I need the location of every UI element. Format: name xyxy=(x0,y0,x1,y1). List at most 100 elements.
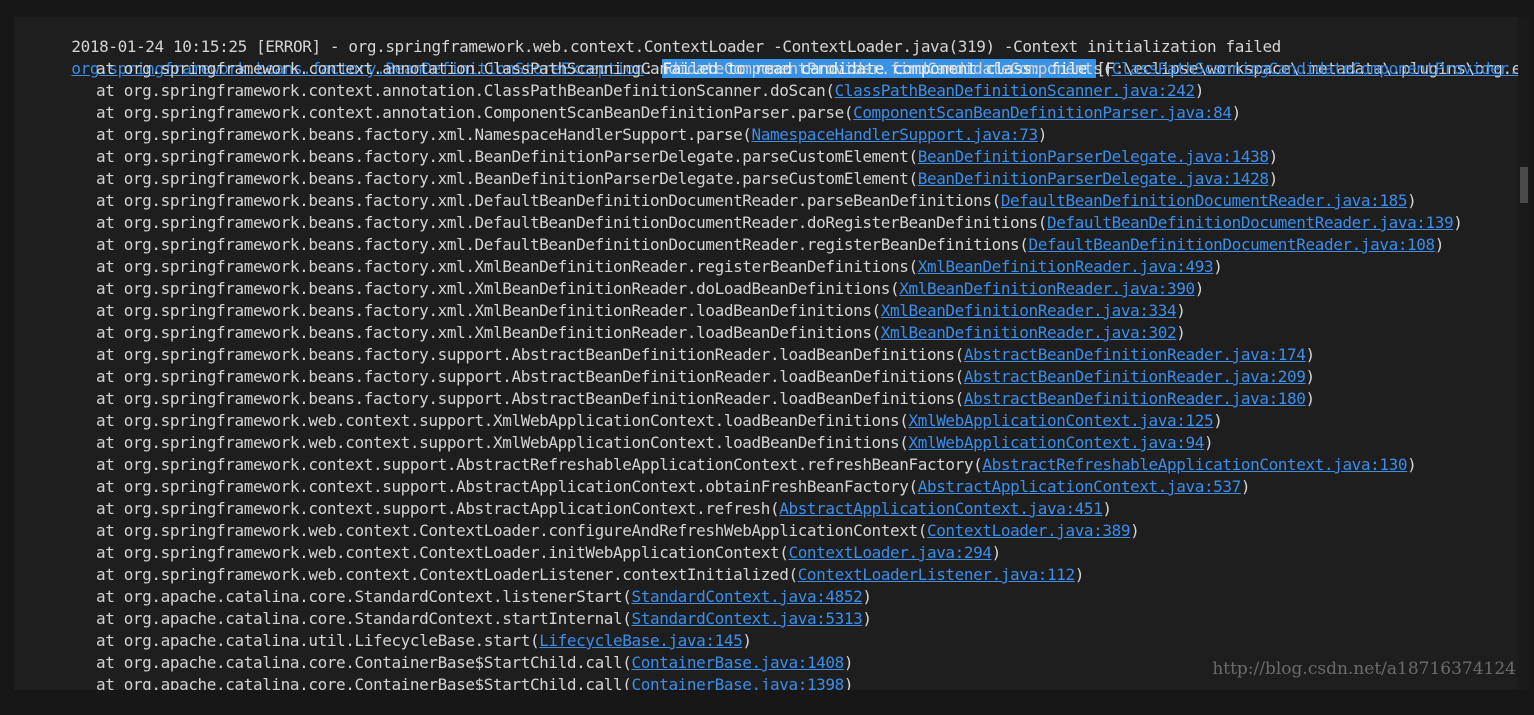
stack-frame-close-paren: ) xyxy=(1407,191,1417,210)
stack-frame-method: at org.springframework.context.annotatio… xyxy=(96,81,835,100)
stack-frame-close-paren: ) xyxy=(1305,345,1316,364)
stack-frame-source-link[interactable]: AbstractBeanDefinitionReader.java:180 xyxy=(964,389,1306,408)
stack-frame-source-link[interactable]: AbstractApplicationContext.java:451 xyxy=(779,499,1103,518)
log-header-line: 2018-01-24 10:15:25 [ERROR] - org.spring… xyxy=(16,17,1518,56)
stack-frame-method: at org.springframework.beans.factory.xml… xyxy=(96,323,881,342)
stack-frame-line: at org.springframework.beans.factory.sup… xyxy=(16,366,1518,388)
stack-frame-close-paren: ) xyxy=(1213,411,1223,430)
stack-frame-line: at org.springframework.web.context.Conte… xyxy=(16,542,1518,564)
stack-frame-line: at org.springframework.beans.factory.xml… xyxy=(16,256,1518,278)
stack-frame-method: at org.springframework.beans.factory.sup… xyxy=(96,367,964,386)
stack-frame-source-link[interactable]: AbstractBeanDefinitionReader.java:174 xyxy=(964,345,1306,364)
stack-frame-source-link[interactable]: XmlBeanDefinitionReader.java:302 xyxy=(881,323,1177,342)
stack-frame-line: at org.springframework.beans.factory.xml… xyxy=(16,278,1518,300)
stack-frame-source-link[interactable]: ComponentScanBeanDefinitionParser.java:8… xyxy=(853,103,1232,122)
watermark-text: http://blog.csdn.net/a18716374124 xyxy=(1212,659,1516,679)
stack-frame-line: at org.springframework.beans.factory.sup… xyxy=(16,344,1518,366)
stack-frame-close-paren: ) xyxy=(1037,125,1048,144)
stack-frame-close-paren: ) xyxy=(1231,103,1242,122)
stack-frame-source-link[interactable]: DefaultBeanDefinitionDocumentReader.java… xyxy=(1001,191,1408,210)
stack-frame-method: at org.springframework.beans.factory.xml… xyxy=(96,125,752,144)
stack-frame-method: at org.springframework.web.context.Conte… xyxy=(96,521,927,540)
stack-frame-source-link[interactable]: ContainerBase.java:1408 xyxy=(632,653,845,672)
stack-trace: at org.springframework.context.annotatio… xyxy=(16,58,1518,690)
stack-frame-method: at org.springframework.web.context.Conte… xyxy=(96,543,789,562)
stack-frame-line: at org.springframework.web.context.Conte… xyxy=(16,520,1518,542)
stack-frame-close-paren: ) xyxy=(1176,301,1186,320)
stack-frame-close-paren: ) xyxy=(1102,499,1112,518)
stack-frame-close-paren: ) xyxy=(1407,455,1417,474)
stack-frame-close-paren: ) xyxy=(1268,147,1279,166)
stack-frame-method: at org.springframework.context.support.A… xyxy=(96,455,983,474)
stack-frame-method: at org.springframework.beans.factory.xml… xyxy=(96,147,918,166)
stack-frame-source-link[interactable]: XmlWebApplicationContext.java:94 xyxy=(909,433,1205,452)
stack-frame-method: at org.springframework.beans.factory.xml… xyxy=(96,301,881,320)
stack-frame-line: at org.apache.catalina.util.LifecycleBas… xyxy=(16,630,1518,652)
stack-frame-line: at org.springframework.beans.factory.xml… xyxy=(16,124,1518,146)
stack-frame-close-paren: ) xyxy=(862,587,872,606)
stack-frame-method: at org.springframework.beans.factory.xml… xyxy=(96,279,900,298)
stack-frame-close-paren: ) xyxy=(843,675,854,690)
stack-frame-line: at org.springframework.beans.factory.xml… xyxy=(16,322,1518,344)
stack-frame-source-link[interactable]: LifecycleBase.java:145 xyxy=(539,631,743,650)
stack-frame-source-link[interactable]: StandardContext.java:5313 xyxy=(632,609,863,628)
stack-frame-line: at org.springframework.context.annotatio… xyxy=(16,80,1518,102)
stack-frame-source-link[interactable]: NamespaceHandlerSupport.java:73 xyxy=(752,125,1039,144)
stack-frame-source-link[interactable]: AbstractBeanDefinitionReader.java:209 xyxy=(964,367,1306,386)
stack-frame-line: at org.springframework.context.annotatio… xyxy=(16,102,1518,124)
stack-frame-close-paren: ) xyxy=(991,543,1002,562)
stack-frame-line: at org.springframework.beans.factory.sup… xyxy=(16,388,1518,410)
stack-frame-method: at org.springframework.web.context.Conte… xyxy=(96,565,798,584)
stack-frame-close-paren: ) xyxy=(862,609,872,628)
stack-frame-close-paren: ) xyxy=(843,653,854,672)
stack-frame-source-link[interactable]: StandardContext.java:4852 xyxy=(632,587,863,606)
stack-frame-method: at org.apache.catalina.util.LifecycleBas… xyxy=(96,631,540,650)
stack-frame-source-link[interactable]: AbstractRefreshableApplicationContext.ja… xyxy=(982,455,1407,474)
console-lines: 2018-01-24 10:15:25 [ERROR] - org.spring… xyxy=(16,17,1518,690)
stack-frame-line: at org.springframework.beans.factory.xml… xyxy=(16,300,1518,322)
stack-frame-close-paren: ) xyxy=(1305,367,1316,386)
stack-frame-source-link[interactable]: XmlBeanDefinitionReader.java:334 xyxy=(881,301,1177,320)
stack-frame-source-link[interactable]: DefaultBeanDefinitionDocumentReader.java… xyxy=(1029,235,1436,254)
stack-frame-close-paren: ) xyxy=(1434,235,1445,254)
stack-frame-method: at org.springframework.context.support.A… xyxy=(96,499,780,518)
stack-frame-method: at org.springframework.beans.factory.sup… xyxy=(96,389,964,408)
stack-frame-method: at org.springframework.context.support.A… xyxy=(96,477,918,496)
vertical-scrollbar[interactable] xyxy=(1518,17,1530,690)
stack-frame-method: at org.springframework.beans.factory.xml… xyxy=(96,169,918,188)
stack-frame-method: at org.apache.catalina.core.ContainerBas… xyxy=(96,675,632,690)
stack-frame-method: at org.springframework.context.annotatio… xyxy=(96,103,854,122)
stack-frame-line: at org.springframework.beans.factory.xml… xyxy=(16,234,1518,256)
stack-frame-line: at org.springframework.beans.factory.xml… xyxy=(16,212,1518,234)
stack-frame-close-paren: ) xyxy=(1268,169,1279,188)
stack-frame-source-link[interactable]: ClassPathBeanDefinitionScanner.java:242 xyxy=(835,81,1195,100)
stack-frame-method: at org.springframework.beans.factory.sup… xyxy=(96,345,964,364)
stack-frame-source-link[interactable]: BeanDefinitionParserDelegate.java:1438 xyxy=(918,147,1269,166)
log-header-text: 2018-01-24 10:15:25 [ERROR] - org.spring… xyxy=(71,37,1281,56)
stack-frame-line: at org.springframework.context.support.A… xyxy=(16,476,1518,498)
stack-frame-close-paren: ) xyxy=(1213,257,1223,276)
stack-frame-method: at org.springframework.beans.factory.xml… xyxy=(96,235,1029,254)
stack-frame-source-link[interactable]: XmlWebApplicationContext.java:125 xyxy=(909,411,1214,430)
console-output[interactable]: 2018-01-24 10:15:25 [ERROR] - org.spring… xyxy=(14,17,1518,690)
stack-frame-source-link[interactable]: ContextLoader.java:389 xyxy=(927,521,1131,540)
stack-frame-source-link[interactable]: XmlBeanDefinitionReader.java:493 xyxy=(918,257,1214,276)
stack-frame-method: at org.apache.catalina.core.ContainerBas… xyxy=(96,653,632,672)
stack-frame-source-link[interactable]: BeanDefinitionParserDelegate.java:1428 xyxy=(918,169,1269,188)
stack-frame-method: at org.springframework.web.context.suppo… xyxy=(96,433,909,452)
stack-frame-close-paren: ) xyxy=(1074,565,1085,584)
stack-frame-source-link[interactable]: ContextLoader.java:294 xyxy=(788,543,992,562)
stack-frame-source-link[interactable]: ContainerBase.java:1398 xyxy=(632,675,845,690)
stack-frame-close-paren: ) xyxy=(1176,323,1186,342)
stack-frame-source-link[interactable]: ClassPathScanningCandidateComponentProvi… xyxy=(1112,59,1518,78)
stack-frame-line: at org.springframework.web.context.Conte… xyxy=(16,564,1518,586)
scrollbar-thumb[interactable] xyxy=(1520,167,1528,203)
stack-frame-line: at org.springframework.beans.factory.xml… xyxy=(16,168,1518,190)
stack-frame-source-link[interactable]: AbstractApplicationContext.java:537 xyxy=(918,477,1242,496)
stack-frame-line: at org.springframework.context.support.A… xyxy=(16,498,1518,520)
stack-frame-source-link[interactable]: ContextLoaderListener.java:112 xyxy=(798,565,1075,584)
stack-frame-close-paren: ) xyxy=(1194,279,1205,298)
stack-frame-close-paren: ) xyxy=(1305,389,1316,408)
stack-frame-source-link[interactable]: DefaultBeanDefinitionDocumentReader.java… xyxy=(1047,213,1454,232)
stack-frame-source-link[interactable]: XmlBeanDefinitionReader.java:390 xyxy=(899,279,1195,298)
